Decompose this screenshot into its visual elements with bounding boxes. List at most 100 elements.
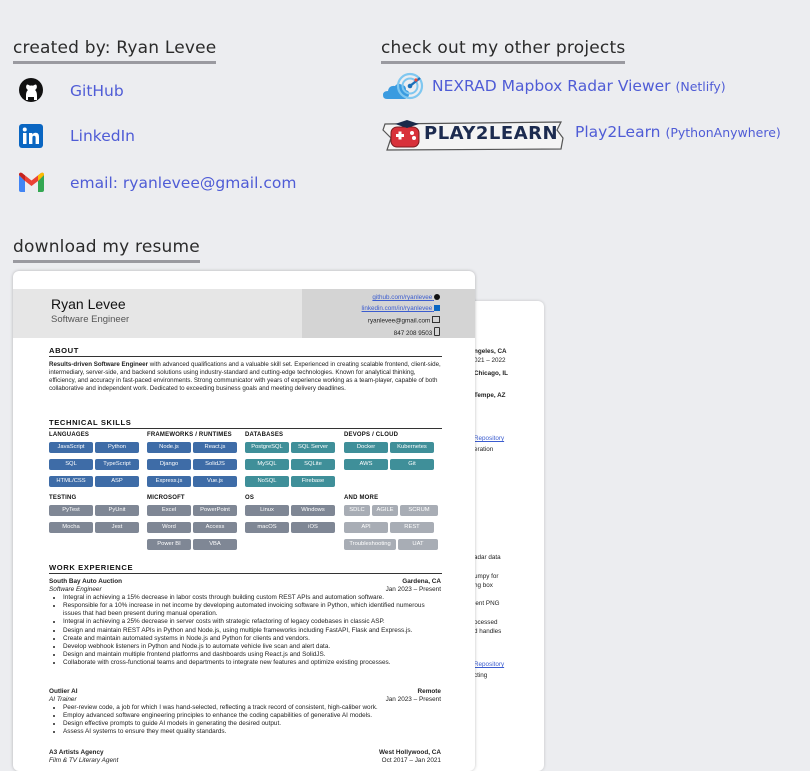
skill-chip: Mocha [49,522,93,533]
job-bullet: Design and maintain REST APIs in Python … [63,627,441,635]
skill-chip: PostgreSQL [245,442,289,453]
skill-chip: macOS [245,522,289,533]
skill-chip: HTML/CSS [49,476,93,487]
resume-email: ryanlevee@gmail.com [368,316,440,326]
skill-cat-os: OS [245,495,255,501]
job-company: South Bay Auto Auction [49,578,123,585]
skill-chip: Vue.js [193,476,237,487]
skill-chip: Firebase [291,476,335,487]
skill-chip: Django [147,459,191,470]
skill-cat-devops: DEVOPS / CLOUD [344,432,399,438]
job-role: AI Trainer [49,696,77,704]
skill-chip: SQLite [291,459,335,470]
skill-chip: Access [193,522,237,533]
github-icon[interactable] [18,77,44,103]
work-rule [49,573,442,574]
small-mail-icon [432,316,440,323]
job-bullet: Assess AI systems to ensure they meet qu… [63,728,441,736]
skill-chip: SQL [49,459,93,470]
job-dates: Oct 2017 – Jan 2021 [381,757,441,765]
job-location: Remote [417,688,441,695]
skill-chip: Troubleshooting [344,539,396,550]
job-bullet: Collaborate with cross-functional teams … [63,659,441,667]
resume-linkedin[interactable]: linkedin.com/in/ryanlevee [362,305,440,313]
job-bullet: Employ advanced software engineering pri… [63,712,441,720]
skill-chip: Express.js [147,476,191,487]
nexrad-name[interactable]: NEXRAD Mapbox Radar Viewer [432,77,671,95]
about-rule [49,356,442,357]
skill-chip: Jest [95,522,139,533]
skill-chip: Word [147,522,191,533]
skill-cat-more: AND MORE [344,495,379,501]
back-text: 021 – 2022 [474,357,506,364]
back-link[interactable]: Repository [474,435,504,443]
back-text: ocessed [474,619,498,626]
github-link[interactable]: GitHub [70,82,124,100]
skill-cat-databases: DATABASES [245,432,284,438]
resume-preview[interactable]: Ryan Levee Software Engineer github.com/… [13,271,475,771]
nexrad-link[interactable]: NEXRAD Mapbox Radar Viewer (Netlify) [432,77,726,95]
play2learn-name[interactable]: Play2Learn [575,123,661,141]
skill-chip: Git [390,459,434,470]
skill-cat-languages: LANGUAGES [49,432,90,438]
job-role: Film & TV Literary Agent [49,757,119,765]
skill-chip: Windows [291,505,335,516]
job-bullet: Design effective prompts to guide AI mod… [63,720,441,728]
job-company: A3 Artists Agency [49,749,104,756]
skill-chip: Kubernetes [390,442,434,453]
created-by-heading: created by: Ryan Levee [13,38,217,64]
skill-chip: Linux [245,505,289,516]
skill-cat-testing: TESTING [49,495,77,501]
back-text: d handles [474,628,502,635]
back-text: ngeles, CA [474,348,507,355]
resume-heading: download my resume [13,237,200,263]
skills-rule [49,428,442,429]
email-link[interactable]: email: ryanlevee@gmail.com [70,174,296,192]
skill-chip: iOS [291,522,335,533]
skill-chip: AWS [344,459,388,470]
work-title: WORK EXPERIENCE [49,563,134,572]
job-bullet: Integral in achieving a 25% decrease in … [63,618,441,626]
resume-phone: 847 208 9503 [394,327,440,338]
skill-chip: API [344,522,388,533]
skill-chip: PyTest [49,505,93,516]
job-role: Software Engineer [49,586,102,594]
skill-chip: React.js [193,442,237,453]
small-linkedin-icon [434,305,440,311]
about-text: Results-driven Software Engineer with ad… [49,361,441,392]
gmail-icon[interactable] [18,171,45,193]
skill-cat-microsoft: MICROSOFT [147,495,185,501]
play2learn-link[interactable]: Play2Learn (PythonAnywhere) [575,123,781,141]
back-text: ng box [474,582,493,589]
back-text: adar data [474,554,501,561]
skill-chip: Python [95,442,139,453]
skill-chip: SDLC [344,505,370,516]
small-phone-icon [434,327,440,336]
skill-chip: Power BI [147,539,191,550]
linkedin-icon[interactable] [18,123,44,149]
job-dates: Jan 2023 – Present [385,696,441,704]
skill-chip: VBA [193,539,237,550]
job-location: West Hollywood, CA [378,749,441,756]
skill-cat-frameworks: FRAMEWORKS / RUNTIMES [147,432,232,438]
play2learn-logo[interactable]: PLAY2LEARN [381,116,567,154]
job-bullet: Create and maintain automated systems in… [63,635,441,643]
job-bullet: Integral in achieving a 15% decrease in … [63,594,441,602]
back-text: ient PNG [474,600,500,607]
resume-title: Software Engineer [51,314,130,325]
skill-chip: Excel [147,505,191,516]
play2learn-host[interactable]: (PythonAnywhere) [665,125,780,140]
resume-github[interactable]: github.com/ryanlevee [372,294,440,302]
radar-icon[interactable] [381,72,425,106]
skill-chip: TypeScript [95,459,139,470]
about-title: ABOUT [49,346,79,355]
skills-title: TECHNICAL SKILLS [49,418,132,427]
skill-chip: ASP [95,476,139,487]
skill-chip: REST [390,522,434,533]
skill-chip: Docker [344,442,388,453]
linkedin-link[interactable]: LinkedIn [70,127,135,145]
nexrad-host[interactable]: (Netlify) [675,79,725,94]
skill-chip: NoSQL [245,476,289,487]
skill-chip: PyUnit [95,505,139,516]
back-link[interactable]: Repository [474,661,504,669]
